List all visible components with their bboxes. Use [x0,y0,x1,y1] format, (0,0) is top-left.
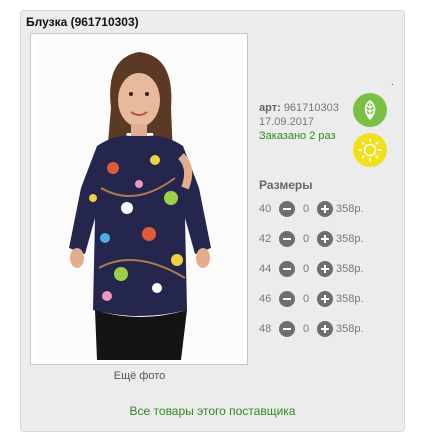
plus-icon [321,235,329,243]
article-value: 961710303 [283,102,339,114]
plus-icon [321,265,329,273]
plus-icon [321,295,329,303]
product-photo[interactable] [35,38,243,360]
size-row-40: 40 0 358р. [259,200,364,218]
quantity-value: 0 [302,233,310,245]
minus-icon [283,268,291,270]
more-photos-link[interactable]: Ещё фото [21,370,258,382]
product-title: Блузка (961710303) [26,15,139,29]
decrease-quantity-button[interactable] [279,231,295,247]
minus-icon [283,238,291,240]
quantity-value: 0 [302,203,310,215]
increase-quantity-button[interactable] [317,231,333,247]
product-photo-frame[interactable] [30,33,248,365]
size-price: 358р. [336,203,364,215]
increase-quantity-button[interactable] [317,201,333,217]
increase-quantity-button[interactable] [317,261,333,277]
increase-quantity-button[interactable] [317,321,333,337]
size-price: 358р. [336,293,364,305]
minus-icon [283,208,291,210]
decrease-quantity-button[interactable] [279,291,295,307]
article-info: арт: 961710303 17.09.2017 [259,101,339,129]
plus-icon [321,205,329,213]
size-price: 358р. [336,263,364,275]
plus-icon [321,325,329,333]
quantity-value: 0 [302,323,310,335]
sizes-heading: Размеры [259,178,313,192]
size-price: 358р. [336,323,364,335]
dot-mark: . [391,77,394,88]
decrease-quantity-button[interactable] [279,321,295,337]
size-row-48: 48 0 358р. [259,320,364,338]
decrease-quantity-button[interactable] [279,261,295,277]
minus-icon [283,298,291,300]
product-card: Блузка (961710303) Ещё фото . арт: 96171… [20,10,405,432]
supplier-products-link[interactable]: Все товары этого поставщика [21,404,404,418]
size-row-44: 44 0 358р. [259,260,364,278]
ordered-count: Заказано 2 раз [259,130,336,142]
quantity-value: 0 [302,293,310,305]
sun-icon [353,133,387,167]
size-label: 42 [259,233,272,245]
size-label: 48 [259,323,272,335]
size-label: 46 [259,293,272,305]
size-row-46: 46 0 358р. [259,290,364,308]
size-row-42: 42 0 358р. [259,230,364,248]
minus-icon [283,328,291,330]
quantity-value: 0 [302,263,310,275]
blouse-model-image [69,52,211,360]
article-date: 17.09.2017 [259,116,315,128]
article-label: арт: [259,102,281,114]
leaf-icon [353,93,387,127]
increase-quantity-button[interactable] [317,291,333,307]
size-label: 40 [259,203,272,215]
size-price: 358р. [336,233,364,245]
size-label: 44 [259,263,272,275]
decrease-quantity-button[interactable] [279,201,295,217]
